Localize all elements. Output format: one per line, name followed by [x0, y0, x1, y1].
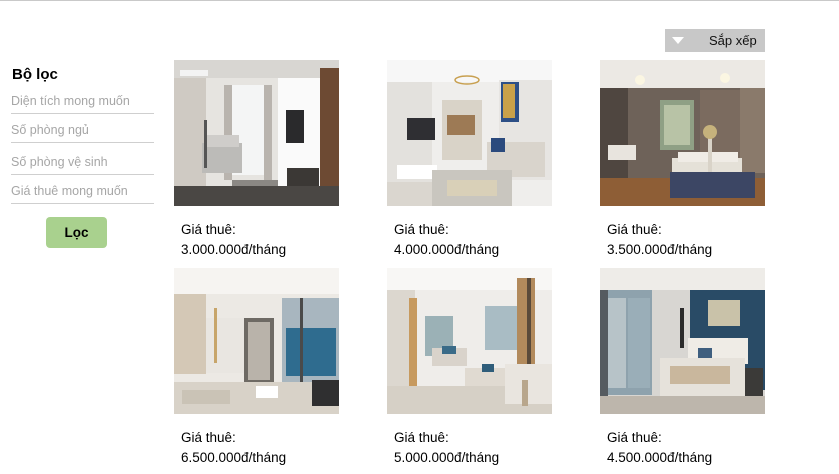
- price-label: Giá thuê:: [607, 222, 662, 237]
- bathrooms-input[interactable]: Số phòng vệ sinh: [11, 153, 154, 175]
- listing-photo[interactable]: [387, 268, 552, 414]
- price-label: Giá thuê:: [181, 222, 236, 237]
- filter-title: Bộ lọc: [12, 66, 58, 83]
- listing-photo[interactable]: [600, 268, 765, 414]
- price-label: Giá thuê:: [394, 430, 449, 445]
- price-value: 6.500.000đ/tháng: [181, 450, 287, 465]
- price-value: 4.000.000đ/tháng: [394, 242, 500, 257]
- price-value: 5.000.000đ/tháng: [394, 450, 500, 465]
- sort-dropdown[interactable]: Sắp xếp: [665, 29, 765, 52]
- sort-label: Sắp xếp: [709, 33, 757, 48]
- listing-photo[interactable]: [387, 60, 552, 206]
- price-input[interactable]: Giá thuê mong muốn: [11, 182, 154, 204]
- price-value: 3.500.000đ/tháng: [607, 242, 713, 257]
- listing-photo[interactable]: [600, 60, 765, 206]
- price-label: Giá thuê:: [394, 222, 449, 237]
- triangle-down-icon: [672, 37, 684, 44]
- filter-button[interactable]: Lọc: [46, 217, 107, 248]
- listing-photo[interactable]: [174, 60, 339, 206]
- listing-photo[interactable]: [174, 268, 339, 414]
- price-value: 3.000.000đ/tháng: [181, 242, 287, 257]
- bedrooms-input[interactable]: Số phòng ngủ: [11, 121, 154, 143]
- price-label: Giá thuê:: [607, 430, 662, 445]
- price-value: 4.500.000đ/tháng: [607, 450, 713, 465]
- top-divider: [0, 0, 839, 1]
- area-input[interactable]: Diện tích mong muốn: [11, 92, 154, 114]
- price-label: Giá thuê:: [181, 430, 236, 445]
